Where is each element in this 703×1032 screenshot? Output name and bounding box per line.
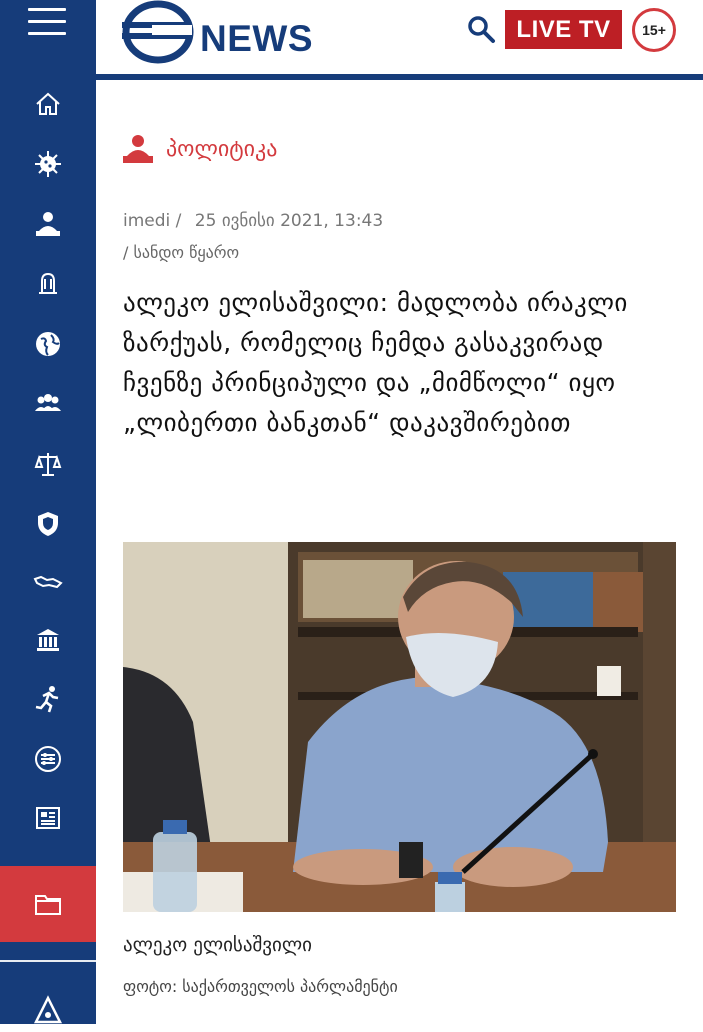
home-icon[interactable] (0, 82, 96, 126)
live-tv-button[interactable]: LIVE TV (505, 10, 622, 49)
politics-icon[interactable] (0, 202, 96, 246)
politics-category-icon (123, 135, 153, 163)
category-link[interactable]: პოლიტიკა (122, 134, 277, 164)
article-date: 25 ივნისი 2021, 13:43 (194, 211, 384, 231)
logo-text: NEWS (200, 18, 313, 59)
logo-emblem-icon (122, 0, 194, 64)
search-button[interactable] (464, 12, 498, 46)
photo-caption: ალეკო ელისაშვილი (123, 934, 312, 956)
justice-icon[interactable] (0, 442, 96, 486)
sport-icon[interactable] (0, 677, 96, 721)
map-icon[interactable] (0, 560, 96, 604)
site-logo[interactable]: NEWS (122, 0, 313, 64)
sidebar (0, 0, 96, 1024)
search-icon (468, 16, 495, 43)
age-rating-badge: 15+ (632, 8, 676, 52)
globe-icon[interactable] (0, 322, 96, 366)
menu-icon[interactable] (28, 8, 66, 38)
header-rule (96, 74, 703, 80)
source-note: / სანდო წყარო (123, 243, 240, 262)
economy-icon[interactable] (0, 262, 96, 306)
security-icon[interactable] (0, 502, 96, 546)
folder-icon[interactable] (0, 866, 96, 942)
technology-icon[interactable] (0, 737, 96, 781)
bell-icon[interactable] (0, 988, 96, 1032)
article-meta: imedi / 25 ივნისი 2021, 13:43 (123, 211, 383, 231)
photo-credit: ფოტო: საქართველოს პარლამენტი (123, 977, 398, 996)
culture-icon[interactable] (0, 618, 96, 662)
press-icon[interactable] (0, 796, 96, 840)
category-label: პოლიტიკა (166, 136, 278, 162)
article-source[interactable]: imedi / (123, 211, 181, 231)
article-photo[interactable] (123, 542, 676, 912)
sidebar-divider (0, 960, 96, 962)
virus-icon[interactable] (0, 142, 96, 186)
article-title: ალეკო ელისაშვილი: მადლობა ირაკლი ზარქუას… (123, 288, 628, 437)
society-icon[interactable] (0, 382, 96, 426)
